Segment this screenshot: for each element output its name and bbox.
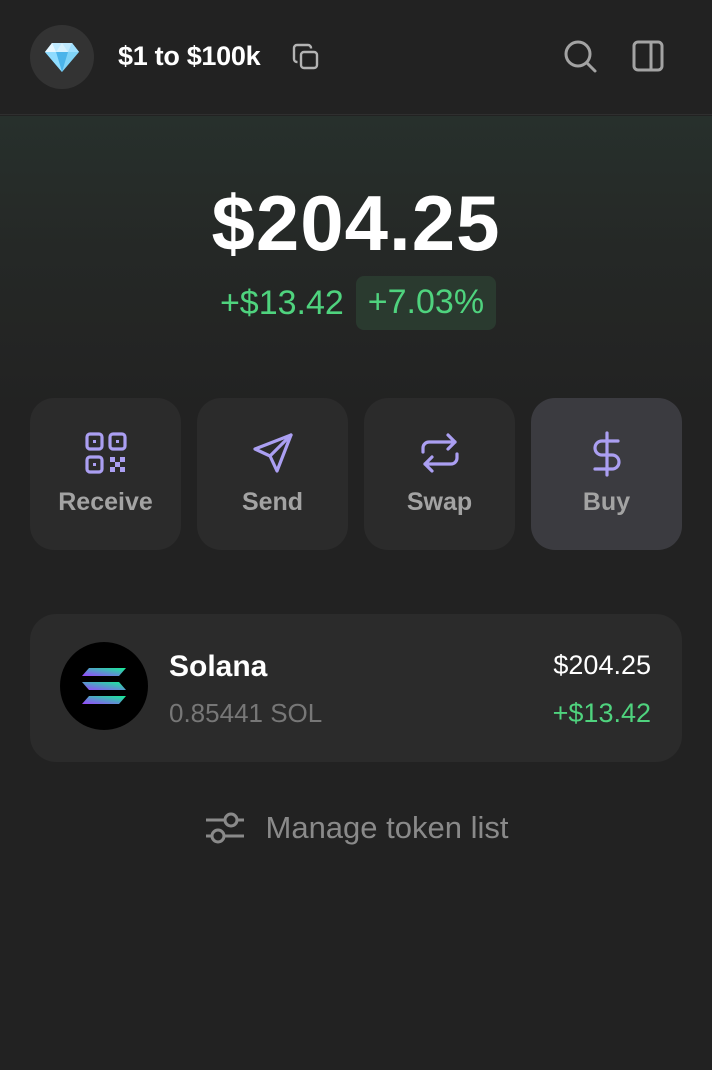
send-label: Send — [241, 488, 304, 516]
manage-token-list-button[interactable]: Manage token list — [0, 810, 712, 846]
receive-button[interactable]: Receive — [30, 398, 181, 550]
token-value: $204.25 — [553, 650, 651, 680]
change-percent-badge: +7.03% — [355, 276, 497, 330]
diamond-avatar-icon — [45, 43, 79, 72]
swap-label: Swap — [406, 488, 473, 516]
token-amount: 0.85441 SOL — [169, 698, 323, 728]
buy-button[interactable]: Buy — [531, 398, 682, 550]
balance-change-row: +$13.42 +7.03% — [0, 276, 712, 330]
solana-logo — [60, 642, 148, 730]
account-avatar[interactable] — [30, 25, 94, 89]
solana-icon — [82, 668, 126, 704]
buy-label: Buy — [582, 488, 631, 516]
swap-button[interactable]: Swap — [364, 398, 515, 550]
qr-code-icon — [84, 432, 127, 474]
change-amount: +$13.42 — [219, 283, 344, 322]
copy-icon[interactable] — [292, 43, 320, 71]
send-icon — [252, 433, 293, 473]
account-name[interactable]: $1 to $100k — [118, 41, 261, 72]
dollar-icon — [592, 431, 621, 477]
token-name: Solana — [169, 650, 268, 683]
send-button[interactable]: Send — [197, 398, 348, 550]
action-buttons: Receive Send Swap Buy — [30, 398, 682, 550]
receive-label: Receive — [58, 488, 153, 516]
sidebar-toggle-icon[interactable] — [630, 38, 666, 74]
header: $1 to $100k — [0, 0, 712, 115]
token-row-solana[interactable]: Solana 0.85441 SOL $204.25 +$13.42 — [30, 614, 682, 762]
manage-token-list-label: Manage token list — [265, 810, 509, 845]
search-icon[interactable] — [562, 38, 598, 74]
swap-icon — [420, 433, 459, 473]
total-balance: $204.25 — [211, 179, 501, 267]
token-change: +$13.42 — [552, 698, 651, 728]
sliders-icon — [205, 812, 244, 844]
